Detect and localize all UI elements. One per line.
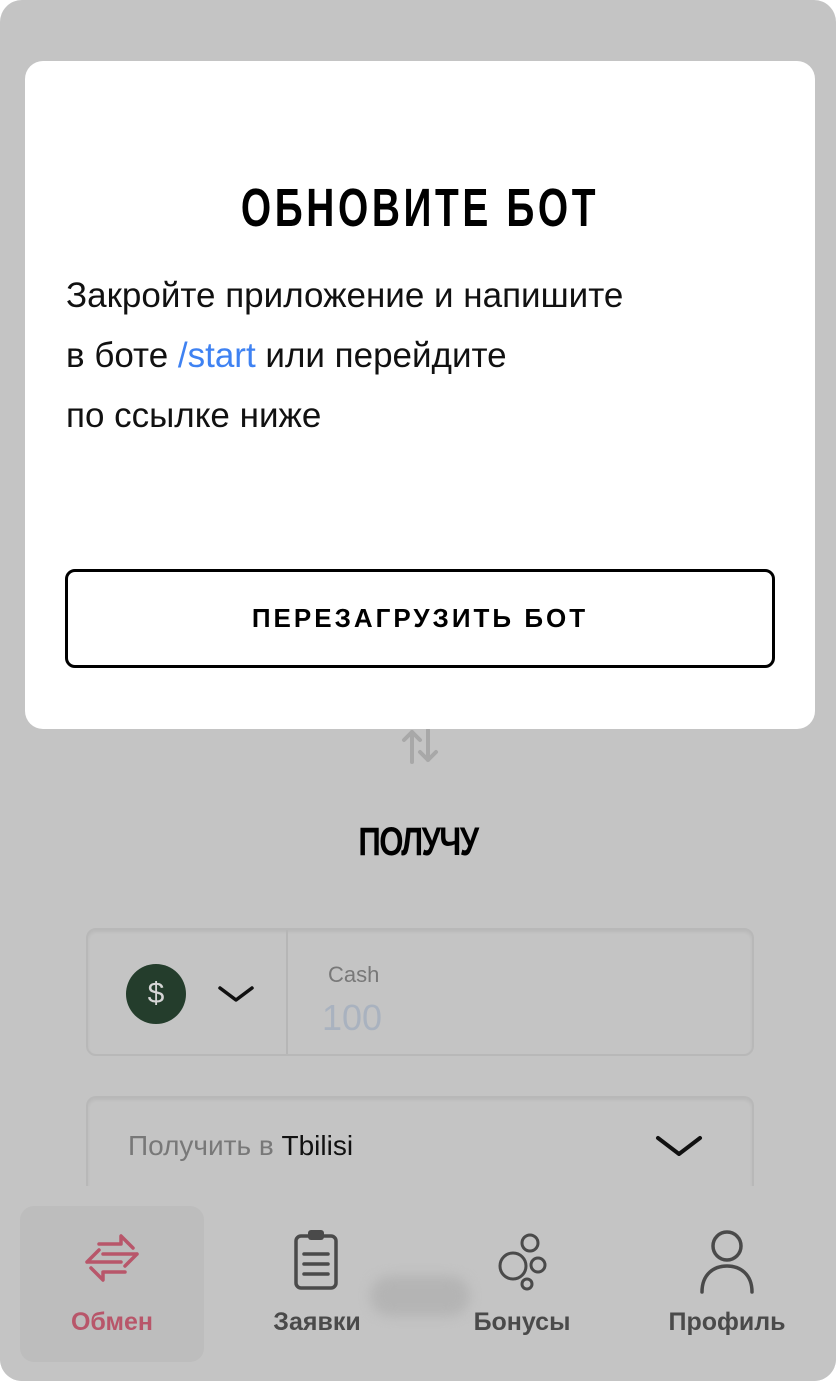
- chevron-down-icon: [656, 1136, 702, 1156]
- reload-bot-button[interactable]: ПЕРЕЗАГРУЗИТЬ БОТ: [65, 569, 775, 668]
- clipboard-icon: [294, 1230, 338, 1290]
- currency-label: Cash: [328, 962, 380, 987]
- modal-message-line: в боте /start или перейдите: [66, 326, 786, 386]
- chevron-down-icon[interactable]: [216, 978, 256, 1008]
- nav-label: Обмен: [70, 1308, 154, 1336]
- modal-message-line: Закройте приложение и напишите: [66, 276, 624, 315]
- user-icon: [700, 1230, 754, 1294]
- modal-message-text: в боте: [66, 336, 178, 375]
- exchange-arrows-icon: [85, 1234, 139, 1282]
- city-select-label: Получить в Tbilisi: [128, 1130, 353, 1162]
- city-prefix: Получить в: [128, 1130, 282, 1161]
- receive-heading: ПОЛУЧУ: [358, 820, 479, 864]
- bubbles-icon: [498, 1233, 547, 1291]
- app-screen: ПОЛУЧУ $ Cash Получить в Tbilisi Обмен: [0, 0, 836, 1381]
- start-command-link[interactable]: /start: [178, 336, 256, 375]
- nav-label: Профиль: [668, 1308, 786, 1336]
- city-value: Tbilisi: [281, 1130, 354, 1161]
- modal-message-line: по ссылке ниже: [66, 396, 322, 435]
- nav-item-exchange[interactable]: Обмен: [20, 1206, 204, 1362]
- amount-input[interactable]: [322, 996, 702, 1040]
- receive-currency-field: $ Cash: [86, 928, 754, 1056]
- update-bot-modal: ОБНОВИТЕ БОТ Закройте приложение и напиш…: [25, 61, 815, 729]
- home-indicator: [370, 1276, 470, 1316]
- swap-vertical-icon[interactable]: [396, 722, 444, 770]
- modal-message-text: или перейдите: [255, 336, 507, 375]
- field-divider: [286, 930, 288, 1054]
- modal-title: ОБНОВИТЕ БОТ: [240, 178, 600, 238]
- dollar-icon: $: [126, 964, 186, 1024]
- modal-message: Закройте приложение и напишите в боте /s…: [66, 266, 786, 446]
- nav-item-profile[interactable]: Профиль: [635, 1206, 819, 1362]
